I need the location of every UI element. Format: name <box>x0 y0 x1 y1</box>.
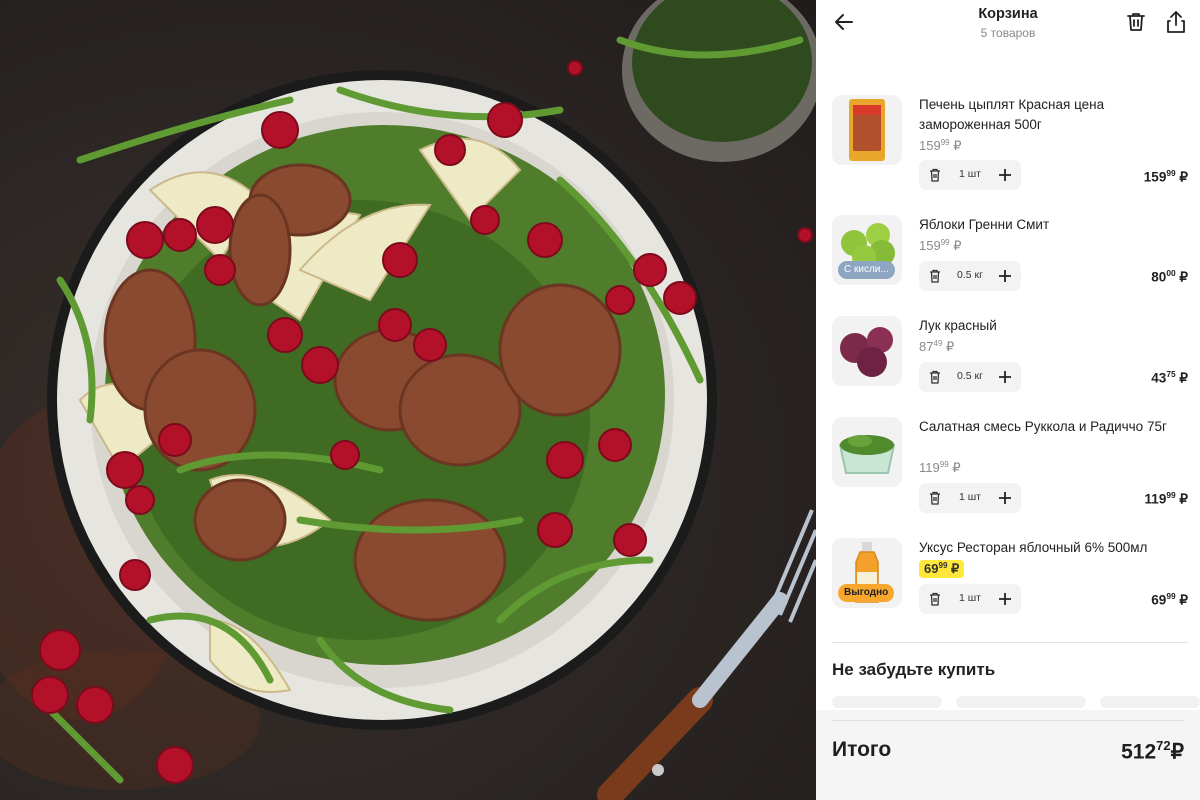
total-label: Итого <box>832 738 892 761</box>
cart-item-chicken-liver: Печень цыплят Красная цена замороженная … <box>832 95 1188 195</box>
vinegar-bottle-icon[interactable]: Выгодно <box>832 538 902 608</box>
quantity-stepper: 0.5 кг <box>919 362 1021 392</box>
item-name[interactable]: Лук красный <box>919 316 1187 336</box>
cart-summary: Итого 51272₽ <box>816 710 1200 800</box>
recommendation-card[interactable] <box>832 696 942 708</box>
item-name[interactable]: Яблоки Гренни Смит <box>919 215 1187 235</box>
item-name[interactable]: Печень цыплят Красная цена замороженная … <box>919 95 1187 135</box>
item-promo-price: 6999 ₽ <box>919 560 965 579</box>
item-name[interactable]: Салатная смесь Руккола и Радиччо 75г <box>919 417 1187 437</box>
green-apples-icon[interactable]: С кисли... <box>832 215 902 285</box>
cart-item-salad-mix: Салатная смесь Руккола и Радиччо 75г 119… <box>832 417 1188 517</box>
salad-box-icon[interactable] <box>832 417 902 487</box>
plus-icon[interactable] <box>997 369 1013 385</box>
cart-item-vinegar: Выгодно Уксус Ресторан яблочный 6% 500мл… <box>832 538 1188 618</box>
item-total: 4375 ₽ <box>1151 369 1188 386</box>
trash-icon[interactable] <box>927 268 943 284</box>
item-unit-price: 11999 ₽ <box>919 460 961 476</box>
cart-item-red-onion: Лук красный 8749 ₽ 0.5 кг 4375 ₽ <box>832 316 1188 396</box>
item-total: 11999 ₽ <box>1144 490 1188 507</box>
trash-icon[interactable] <box>927 591 943 607</box>
cart-header: Корзина 5 товаров <box>816 0 1200 56</box>
quantity-value: 1 шт <box>959 168 981 180</box>
plus-icon[interactable] <box>997 591 1013 607</box>
item-total: 15999 ₽ <box>1143 168 1188 185</box>
quantity-stepper: 1 шт <box>919 483 1021 513</box>
plus-icon[interactable] <box>997 490 1013 506</box>
salad-plate-illustration <box>0 0 816 800</box>
recommendation-card[interactable] <box>956 696 1086 708</box>
plus-icon[interactable] <box>997 167 1013 183</box>
item-promo-badge: Выгодно <box>838 584 895 602</box>
item-unit-price: 15999 ₽ <box>919 238 962 254</box>
quantity-value: 1 шт <box>959 592 981 604</box>
section-divider <box>832 642 1188 643</box>
trash-icon[interactable] <box>927 167 943 183</box>
share-icon[interactable] <box>1164 9 1188 35</box>
chicken-liver-pack-icon[interactable] <box>832 95 902 165</box>
quantity-value: 0.5 кг <box>957 269 983 281</box>
quantity-value: 0.5 кг <box>957 370 983 382</box>
item-unit-price: 8749 ₽ <box>919 339 955 355</box>
trash-icon[interactable] <box>927 369 943 385</box>
recommendation-card[interactable] <box>1100 696 1200 708</box>
item-name[interactable]: Уксус Ресторан яблочный 6% 500мл <box>919 538 1187 558</box>
cart-item-apples: С кисли... Яблоки Гренни Смит 15999 ₽ 0.… <box>832 215 1188 295</box>
item-unit-price: 15999 ₽ <box>919 138 962 154</box>
total-value: 51272₽ <box>1121 738 1184 764</box>
plus-icon[interactable] <box>997 268 1013 284</box>
summary-divider <box>832 720 1184 721</box>
quantity-stepper: 0.5 кг <box>919 261 1021 291</box>
item-total: 8000 ₽ <box>1151 268 1188 285</box>
item-tag-badge: С кисли... <box>838 261 895 279</box>
recommendations-title: Не забудьте купить <box>832 660 996 679</box>
quantity-stepper: 1 шт <box>919 584 1021 614</box>
quantity-value: 1 шт <box>959 491 981 503</box>
trash-icon[interactable] <box>927 490 943 506</box>
cart-panel: Корзина 5 товаров Печень цыплят Красная … <box>816 0 1200 800</box>
red-onion-icon[interactable] <box>832 316 902 386</box>
trash-icon[interactable] <box>1124 10 1148 34</box>
quantity-stepper: 1 шт <box>919 160 1021 190</box>
item-total: 6999 ₽ <box>1151 591 1188 608</box>
promo-food-photo <box>0 0 816 800</box>
